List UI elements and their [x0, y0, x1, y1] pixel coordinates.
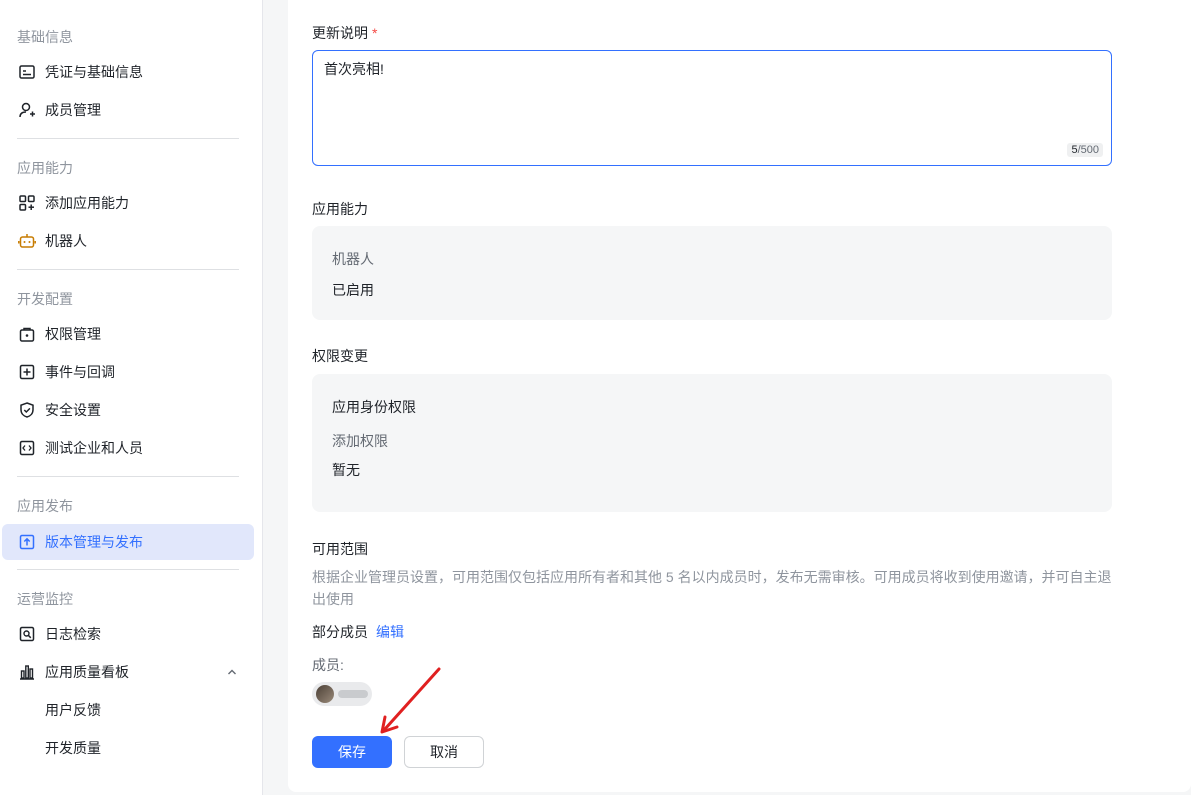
code-icon — [18, 439, 36, 457]
divider — [17, 569, 239, 570]
required-mark: * — [372, 25, 378, 41]
sidebar-item-label: 测试企业和人员 — [45, 440, 143, 456]
sidebar-item-credentials[interactable]: 凭证与基础信息 — [2, 54, 254, 90]
member-chip[interactable] — [312, 682, 372, 706]
sidebar-item-label: 成员管理 — [45, 102, 101, 118]
sidebar-item-label: 版本管理与发布 — [45, 534, 143, 550]
id-card-icon — [18, 63, 36, 81]
log-search-icon — [18, 625, 36, 643]
capability-label: 应用能力 — [312, 201, 368, 217]
permission-subtitle: 添加权限 — [332, 433, 388, 449]
permission-icon — [18, 325, 36, 343]
scope-type: 部分成员 — [312, 624, 368, 640]
shield-icon — [18, 401, 36, 419]
update-notes-textarea[interactable]: 首次亮相! 5/500 — [312, 50, 1112, 166]
sidebar-item-test-org[interactable]: 测试企业和人员 — [2, 430, 254, 466]
sidebar-item-version-release[interactable]: 版本管理与发布 — [2, 524, 254, 560]
divider — [17, 476, 239, 477]
add-member-icon — [18, 101, 36, 119]
sidebar-item-events[interactable]: 事件与回调 — [2, 354, 254, 390]
divider — [17, 138, 239, 139]
sidebar-subitem-feedback[interactable]: 用户反馈 — [2, 692, 254, 728]
divider — [17, 269, 239, 270]
sidebar: 基础信息 凭证与基础信息 成员管理 应用能力 添加应用能力 机器人 开发配置 权… — [0, 0, 263, 795]
sidebar-item-label: 权限管理 — [45, 326, 101, 342]
red-arrow-annotation — [380, 667, 441, 734]
capability-status: 已启用 — [332, 282, 374, 298]
event-icon — [18, 363, 36, 381]
sidebar-item-security[interactable]: 安全设置 — [2, 392, 254, 428]
sidebar-item-permissions[interactable]: 权限管理 — [2, 316, 254, 352]
chevron-up-icon[interactable] — [226, 666, 238, 678]
sidebar-item-label: 应用质量看板 — [45, 664, 129, 680]
capability-name: 机器人 — [332, 251, 374, 267]
section-title-dev-config: 开发配置 — [17, 291, 73, 307]
sidebar-item-label: 凭证与基础信息 — [45, 64, 143, 80]
members-label: 成员: — [312, 657, 344, 673]
section-title-capability: 应用能力 — [17, 160, 73, 176]
sidebar-item-robot[interactable]: 机器人 — [2, 223, 254, 259]
section-title-release: 应用发布 — [17, 498, 73, 514]
sidebar-subitem-dev-quality[interactable]: 开发质量 — [2, 730, 254, 766]
permission-title: 应用身份权限 — [332, 399, 416, 415]
scope-type-row: 部分成员 编辑 — [312, 622, 404, 642]
upload-icon — [18, 533, 36, 551]
bar-chart-icon — [18, 663, 36, 681]
permission-value: 暂无 — [332, 462, 360, 478]
member-name-blurred — [338, 690, 368, 698]
save-button[interactable]: 保存 — [312, 736, 392, 768]
sidebar-item-members[interactable]: 成员管理 — [2, 92, 254, 128]
scope-label: 可用范围 — [312, 541, 368, 557]
section-title-monitoring: 运营监控 — [17, 591, 73, 607]
sidebar-item-label: 日志检索 — [45, 626, 101, 642]
sidebar-item-quality-board[interactable]: 应用质量看板 — [2, 654, 254, 690]
char-counter: 5/500 — [1067, 143, 1103, 157]
sidebar-item-label: 机器人 — [45, 233, 87, 249]
add-app-icon — [18, 194, 36, 212]
sidebar-item-label: 事件与回调 — [45, 364, 115, 380]
permission-label: 权限变更 — [312, 348, 368, 364]
section-title-basic: 基础信息 — [17, 29, 73, 45]
update-notes-value: 首次亮相! — [324, 61, 384, 77]
sidebar-item-label: 安全设置 — [45, 402, 101, 418]
capability-panel: 机器人 已启用 — [312, 226, 1112, 320]
sidebar-item-log-search[interactable]: 日志检索 — [2, 616, 254, 652]
sidebar-item-add-capability[interactable]: 添加应用能力 — [2, 185, 254, 221]
update-notes-label: 更新说明 * — [312, 25, 378, 41]
permission-panel: 应用身份权限 添加权限 暂无 — [312, 374, 1112, 512]
avatar — [316, 685, 334, 703]
robot-icon — [18, 232, 36, 250]
sidebar-item-label: 添加应用能力 — [45, 195, 129, 211]
cancel-button[interactable]: 取消 — [404, 736, 484, 768]
edit-link[interactable]: 编辑 — [376, 624, 404, 640]
scope-description: 根据企业管理员设置，可用范围仅包括应用所有者和其他 5 名以内成员时，发布无需审… — [312, 569, 1112, 607]
